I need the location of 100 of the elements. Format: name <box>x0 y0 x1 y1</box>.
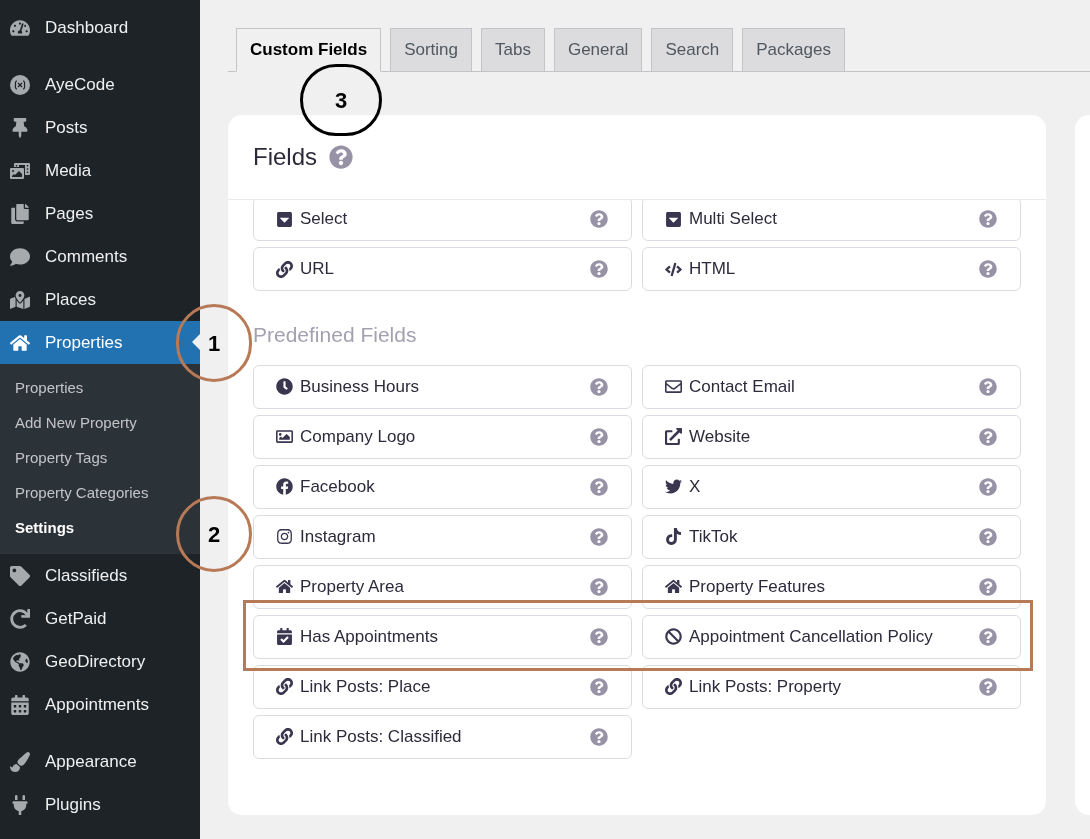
help-icon[interactable] <box>590 260 608 278</box>
envelope-icon <box>665 378 682 395</box>
menu-item[interactable]: Posts <box>0 106 200 149</box>
tab[interactable]: Packages <box>742 28 845 72</box>
menu-item[interactable]: GeoDirectory <box>0 640 200 683</box>
field-item[interactable]: Link Posts: Property <box>642 664 1021 709</box>
tab[interactable]: Tabs <box>481 28 545 72</box>
submenu-item[interactable]: Add New Property <box>0 406 200 441</box>
help-icon[interactable] <box>590 577 608 596</box>
field-label: Property Features <box>689 575 827 598</box>
globe-icon <box>10 651 30 672</box>
dropdown-icon <box>276 210 293 228</box>
field-item[interactable]: HTML <box>642 247 1021 291</box>
help-icon[interactable] <box>979 210 997 228</box>
tab[interactable]: Search <box>651 28 734 72</box>
field-item[interactable]: Appointment Cancellation Policy <box>642 614 1021 659</box>
field-label: Link Posts: Property <box>689 675 843 698</box>
field-item[interactable]: Company Logo <box>253 414 632 459</box>
plug-icon <box>10 794 30 815</box>
tab[interactable]: Custom Fields <box>236 28 382 72</box>
field-item[interactable]: TikTok <box>642 514 1021 559</box>
home-icon <box>10 332 30 353</box>
field-item[interactable]: Link Posts: Place <box>253 664 632 709</box>
field-item[interactable]: Property Features <box>642 564 1021 609</box>
field-label: Instagram <box>300 525 377 548</box>
field-label: Business Hours <box>300 375 421 398</box>
help-icon[interactable] <box>590 377 608 396</box>
help-icon[interactable] <box>979 627 997 646</box>
help-icon[interactable] <box>979 527 997 546</box>
field-label: Contact Email <box>689 375 796 398</box>
help-icon[interactable] <box>979 577 997 596</box>
field-item[interactable]: Website <box>642 414 1021 459</box>
help-icon[interactable] <box>979 477 997 496</box>
help-icon[interactable] <box>979 427 997 446</box>
media-icon <box>10 160 30 181</box>
menu-item[interactable]: Appearance <box>0 740 200 783</box>
image-icon <box>276 428 293 445</box>
field-item[interactable]: URL <box>253 247 632 291</box>
tab[interactable]: General <box>553 28 643 72</box>
menu-item[interactable]: Media <box>0 149 200 192</box>
field-label: Facebook <box>300 475 376 498</box>
menu-item[interactable]: AyeCode <box>0 63 200 106</box>
field-label: Website <box>689 425 752 448</box>
help-icon[interactable] <box>329 145 354 169</box>
home-icon <box>665 578 682 595</box>
ban-icon <box>665 628 682 645</box>
field-label: Company Logo <box>300 425 417 448</box>
help-icon[interactable] <box>590 727 608 746</box>
field-item[interactable]: Business Hours <box>253 364 632 409</box>
link-icon <box>276 260 293 278</box>
field-label: Appointment Cancellation Policy <box>689 625 934 648</box>
home-icon <box>276 578 293 595</box>
field-item[interactable]: Multi Select <box>642 200 1021 241</box>
external-link-icon <box>665 428 682 445</box>
dashboard-icon <box>10 17 30 38</box>
field-item[interactable]: Instagram <box>253 514 632 559</box>
field-label: Has Appointments <box>300 625 439 648</box>
help-icon[interactable] <box>590 427 608 446</box>
field-label: URL <box>300 258 335 281</box>
field-label: TikTok <box>689 525 739 548</box>
menu-item[interactable]: GetPaid <box>0 597 200 640</box>
field-label: Link Posts: Place <box>300 675 432 698</box>
field-item[interactable]: Select <box>253 200 632 241</box>
menu-item[interactable]: Comments <box>0 235 200 278</box>
bracket-circle-icon <box>10 74 30 95</box>
submenu-item[interactable]: Property Tags <box>0 441 200 476</box>
field-item[interactable]: Has Appointments <box>253 614 632 659</box>
field-label: Multi Select <box>689 208 778 231</box>
field-item[interactable]: Contact Email <box>642 364 1021 409</box>
help-icon[interactable] <box>590 210 608 228</box>
menu-item[interactable]: Dashboard <box>0 6 200 49</box>
menu-item[interactable]: Appointments <box>0 683 200 726</box>
menu-item[interactable]: Plugins <box>0 783 200 826</box>
code-icon <box>665 260 682 278</box>
field-label: Property Area <box>300 575 405 598</box>
help-icon[interactable] <box>590 627 608 646</box>
dropdown-icon <box>665 210 682 228</box>
tiktok-icon <box>665 528 682 545</box>
help-icon[interactable] <box>590 477 608 496</box>
help-icon[interactable] <box>979 377 997 396</box>
pages-icon <box>10 203 30 224</box>
field-item[interactable]: Link Posts: Classified <box>253 714 632 759</box>
bird-icon <box>665 478 682 495</box>
help-icon[interactable] <box>590 677 608 696</box>
field-item[interactable]: Facebook <box>253 464 632 509</box>
comment-icon <box>10 246 30 267</box>
menu-item[interactable]: Pages <box>0 192 200 235</box>
field-item[interactable]: Property Area <box>253 564 632 609</box>
menu-item[interactable]: Properties <box>0 321 200 364</box>
field-item[interactable]: X <box>642 464 1021 509</box>
calendar-check-icon <box>276 628 293 645</box>
field-label: HTML <box>689 258 737 281</box>
facebook-icon <box>276 478 293 495</box>
link-icon <box>276 678 293 695</box>
tab[interactable]: Sorting <box>390 28 472 72</box>
help-icon[interactable] <box>590 527 608 546</box>
link-icon <box>665 678 682 695</box>
help-icon[interactable] <box>979 677 997 696</box>
help-icon[interactable] <box>979 260 997 278</box>
map-icon <box>10 289 30 310</box>
